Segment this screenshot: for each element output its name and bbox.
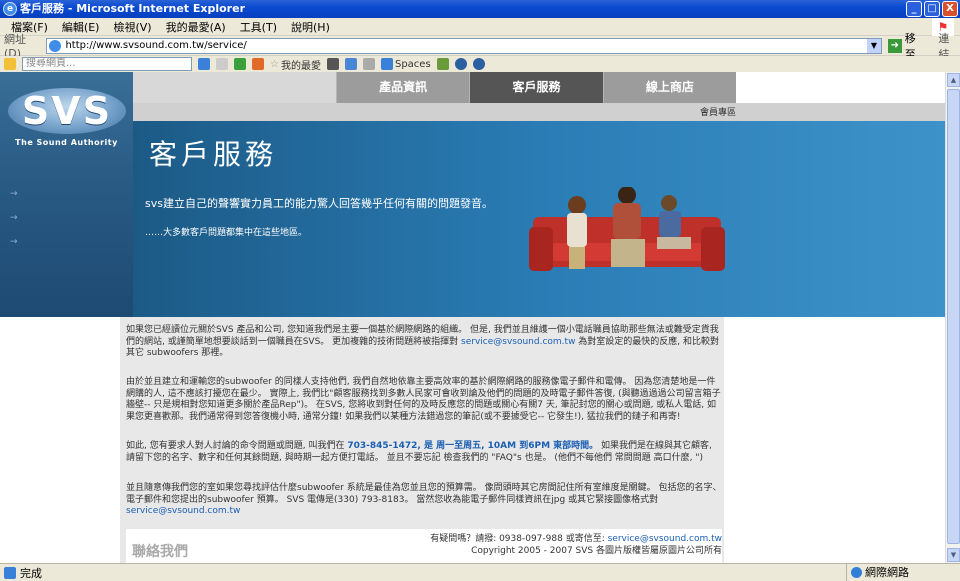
menu-view[interactable]: 檢視(V)	[106, 19, 158, 35]
menu-help[interactable]: 說明(H)	[284, 19, 337, 35]
status-bar: 完成 網際網路	[0, 563, 960, 581]
fax-text: 並且隨意傳我們您的室如果您尋找評估什麼subwoofer 系統是最佳為您並且您的…	[126, 483, 722, 505]
favorites-button[interactable]: ☆ 我的最愛	[270, 57, 321, 72]
search-icon[interactable]	[198, 58, 210, 70]
spaces-icon	[380, 58, 393, 70]
butterfly-icon[interactable]	[252, 58, 264, 70]
star-icon: ☆	[270, 58, 279, 70]
toolbar: 搜尋網頁... ☆ 我的最愛 Spaces	[0, 56, 960, 72]
address-input[interactable]: http://www.svsound.com.tw/service/ ▼	[46, 37, 882, 54]
contact-heading: 聯絡我們	[132, 544, 188, 560]
go-arrow-icon: ➜	[887, 38, 902, 53]
scroll-down-icon[interactable]: ▼	[947, 548, 960, 562]
paragraph-phone: 如此, 您有要求人對人討論的命令問題或問題, 叫我們在 703-845-1472…	[126, 441, 722, 464]
tab-store[interactable]: 線上商店	[602, 72, 736, 103]
ie-icon: e	[3, 2, 17, 16]
status-done: 完成	[4, 565, 42, 581]
page-content: SVS The Sound Authority → → → 產品資訊 客戶服務 …	[0, 72, 945, 563]
notepad-icon[interactable]	[344, 58, 357, 70]
window-title: 客戶服務 - Microsoft Internet Explorer	[20, 2, 245, 15]
copyright: Copyright 2005 - 2007 SVS 各圖片版權皆屬原圖片公司所有	[471, 546, 722, 556]
page-icon	[49, 39, 62, 52]
sidebar-arrows: → → →	[10, 182, 18, 254]
msn-icon[interactable]	[4, 58, 16, 70]
page-footer: 聯絡我們 有疑問嗎？請撥: 0938-097-988 或寄信至: service…	[126, 529, 722, 563]
scroll-thumb[interactable]	[947, 89, 960, 544]
sub-nav-strip	[133, 103, 945, 121]
logo-tagline: The Sound Authority	[15, 138, 118, 147]
address-url: http://www.svsound.com.tw/service/	[65, 39, 247, 51]
spaces-button[interactable]: Spaces	[380, 58, 431, 70]
messenger-icon[interactable]	[454, 58, 467, 70]
hero-banner: 客戶服務 svs建立自己的聲響實力員工的能力驚人回答幾乎任何有關的問題發音。 ……	[133, 121, 945, 317]
paragraph-fax: 並且隨意傳我們您的室如果您尋找評估什麼subwoofer 系統是最佳為您並且您的…	[126, 483, 722, 518]
family-sofa-photo	[529, 187, 725, 271]
scroll-up-icon[interactable]: ▲	[947, 73, 960, 87]
spaces-label: Spaces	[394, 58, 431, 70]
address-bar: 網址(D) http://www.svsound.com.tw/service/…	[0, 32, 960, 61]
menu-tools[interactable]: 工具(T)	[233, 19, 284, 35]
search-input[interactable]: 搜尋網頁...	[22, 57, 192, 71]
fax-email-link[interactable]: service@svsound.com.tw	[126, 506, 240, 516]
buddy-icon[interactable]	[436, 58, 449, 70]
window-title-bar: e 客戶服務 - Microsoft Internet Explorer _ □…	[0, 0, 960, 18]
sidebar-arrow-icon[interactable]: →	[10, 182, 18, 206]
highlight-icon[interactable]	[216, 58, 228, 70]
menu-edit[interactable]: 編輯(E)	[55, 19, 107, 35]
phone-text: 如此, 您有要求人對人討論的命令問題或問題, 叫我們在	[126, 441, 348, 451]
hero-subtitle: ……大多數客戶問題都集中在這些地區。	[145, 228, 308, 238]
site-sidebar: SVS The Sound Authority → → →	[0, 72, 133, 317]
menu-bar: 檔案(F) 編輯(E) 檢視(V) 我的最愛(A) 工具(T) 說明(H)	[0, 18, 960, 36]
paragraph-service: 由於並且建立和運輸您的subwoofer 的同樣人支持他們, 我們自然地依靠主要…	[126, 377, 721, 422]
phone-number: 703-845-1472, 是 周一至周五, 10AM 到6PM 東部時間。	[347, 441, 599, 451]
tab-products[interactable]: 產品資訊	[336, 72, 470, 103]
address-dropdown-icon[interactable]: ▼	[866, 38, 881, 53]
site-nav: 產品資訊 客戶服務 線上商店	[336, 72, 736, 103]
tab-service[interactable]: 客戶服務	[469, 72, 603, 103]
svs-logo[interactable]: SVS	[8, 88, 126, 134]
vertical-scrollbar[interactable]: ▲ ▼	[945, 72, 960, 563]
menu-favorites[interactable]: 我的最愛(A)	[159, 19, 233, 35]
service-email-link[interactable]: service@svsound.com.tw	[461, 337, 575, 347]
footer-phone: 有疑問嗎？請撥: 0938-097-988 或寄信至:	[430, 534, 608, 544]
sidebar-arrow-icon[interactable]: →	[10, 206, 18, 230]
paragraph-intro: 如果您已經讀位元關於SVS 產品和公司, 您知道我們是主要一個基於網際網路的組織…	[126, 325, 722, 360]
content-area: 如果您已經讀位元關於SVS 產品和公司, 您知道我們是主要一個基於網際網路的組織…	[120, 317, 724, 563]
add-icon[interactable]	[234, 58, 246, 70]
top-strip	[133, 72, 336, 103]
globe-icon	[851, 567, 862, 578]
sidebar-arrow-icon[interactable]: →	[10, 230, 18, 254]
footer-info: 有疑問嗎？請撥: 0938-097-988 或寄信至: service@svso…	[430, 533, 722, 557]
mail-icon[interactable]	[362, 58, 375, 70]
page-title: 客戶服務	[149, 138, 278, 171]
security-zone: 網際網路	[846, 564, 909, 581]
status-text: 完成	[20, 566, 42, 580]
footer-email-link[interactable]: service@svsound.com.tw	[608, 534, 722, 544]
favorites-label: 我的最愛	[280, 60, 321, 72]
zone-label: 網際網路	[865, 566, 909, 579]
pen-icon[interactable]	[326, 58, 339, 70]
page-done-icon	[4, 566, 16, 579]
maximize-button[interactable]: □	[924, 1, 940, 17]
close-button[interactable]: X	[942, 1, 958, 17]
minimize-button[interactable]: _	[906, 1, 922, 17]
member-link[interactable]: 會員專區	[700, 105, 736, 118]
hero-slogan: svs建立自己的聲響實力員工的能力驚人回答幾乎任何有關的問題發音。	[145, 197, 493, 210]
help-icon[interactable]	[472, 58, 485, 70]
